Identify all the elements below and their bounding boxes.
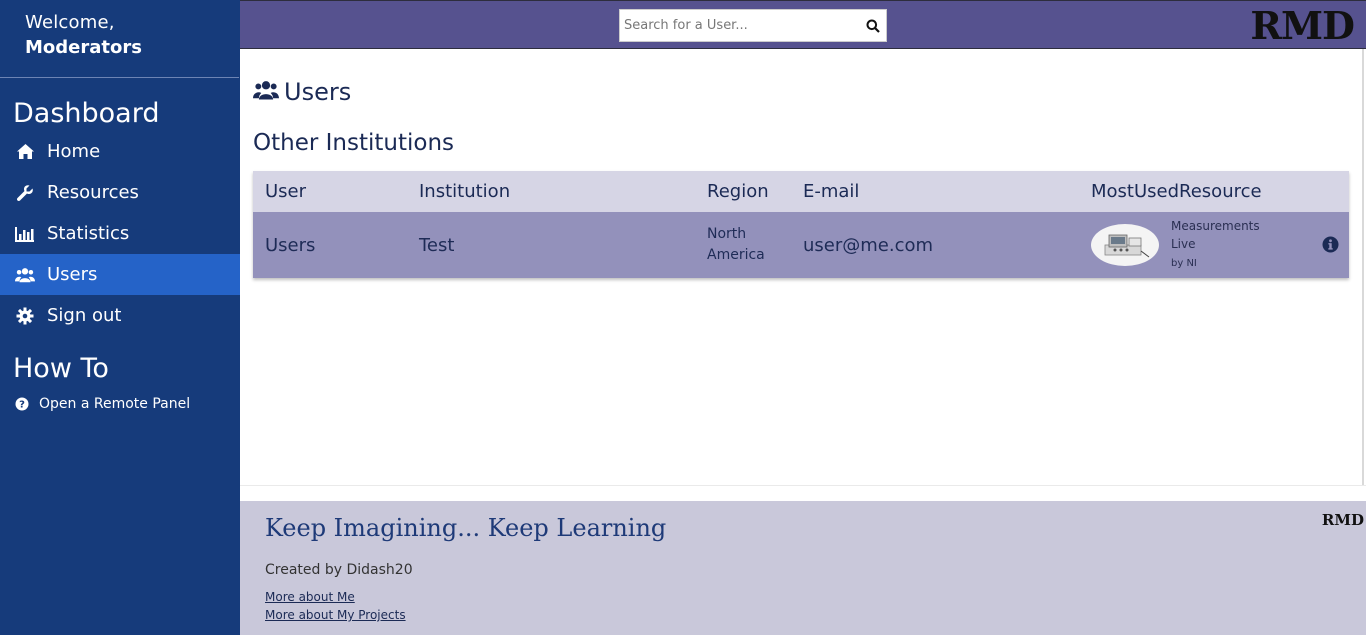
cell-most-used-resource: Measurements Live by NI [1091, 217, 1260, 273]
howto-item-label: Open a Remote Panel [39, 396, 191, 412]
instrument-image-icon [1104, 234, 1150, 258]
page-title: Users [253, 78, 351, 106]
footer-link-about-projects[interactable]: More about My Projects [265, 608, 406, 622]
sidebar-item-users[interactable]: Users [0, 254, 240, 295]
cell-region: North America [707, 224, 777, 266]
top-bar: RMD [240, 0, 1366, 49]
column-header-user: User [265, 181, 307, 202]
row-info-button[interactable] [1322, 236, 1339, 253]
question-circle-icon: ? [15, 397, 29, 411]
column-header-region: Region [707, 181, 769, 202]
sidebar: Welcome, Moderators Dashboard Home Resou… [0, 0, 240, 635]
footer-logo: RMD [1321, 511, 1364, 529]
howto-open-remote-panel[interactable]: ? Open a Remote Panel [0, 396, 240, 412]
search-button[interactable] [860, 10, 886, 41]
gear-icon [15, 306, 35, 326]
sidebar-item-sign-out[interactable]: Sign out [0, 295, 240, 336]
bar-chart-icon [15, 224, 35, 244]
home-icon [15, 142, 35, 162]
logo[interactable]: RMD [1250, 3, 1355, 48]
svg-text:?: ? [19, 400, 25, 411]
cell-email: user@me.com [803, 234, 934, 256]
resource-by: by NI [1171, 258, 1197, 269]
welcome-username: Moderators [25, 37, 142, 58]
sidebar-item-label: Resources [47, 182, 139, 203]
table-row: Users Test North America user@me.com Mea… [253, 212, 1349, 278]
users-icon [15, 265, 35, 285]
sidebar-item-statistics[interactable]: Statistics [0, 213, 240, 254]
footer-created-by: Created by Didash20 [265, 562, 413, 578]
search-icon [866, 19, 880, 33]
column-header-email: E-mail [803, 181, 860, 202]
section-title: Other Institutions [253, 130, 455, 156]
region-line: America [707, 247, 765, 263]
main-content: Users Other Institutions User Institutio… [240, 49, 1364, 485]
resource-name: Live [1171, 237, 1196, 251]
howto-heading: How To [13, 353, 109, 384]
cell-user: Users [265, 234, 316, 256]
cell-institution: Test [419, 234, 455, 256]
search-box [619, 9, 887, 42]
sidebar-item-resources[interactable]: Resources [0, 172, 240, 213]
sidebar-item-label: Sign out [47, 305, 122, 326]
resource-info: Measurements Live by NI [1171, 217, 1260, 273]
wrench-icon [15, 183, 35, 203]
sidebar-item-home[interactable]: Home [0, 131, 240, 172]
footer: Keep Imagining... Keep Learning Created … [240, 501, 1366, 635]
info-icon [1322, 236, 1339, 253]
dashboard-heading: Dashboard [13, 98, 160, 129]
sidebar-item-label: Home [47, 141, 101, 162]
column-header-institution: Institution [419, 181, 511, 202]
sidebar-nav: Home Resources Statistics Users Sign out [0, 131, 240, 336]
welcome-block: Welcome, Moderators [0, 0, 239, 78]
sidebar-item-label: Statistics [47, 223, 130, 244]
column-header-most-used-resource: MostUsedResource [1091, 181, 1262, 202]
footer-separator [240, 485, 1366, 501]
page-title-text: Users [284, 78, 352, 106]
resource-thumbnail[interactable] [1091, 224, 1159, 266]
users-icon [253, 79, 279, 105]
footer-tagline: Keep Imagining... Keep Learning [265, 514, 667, 542]
table-header: User Institution Region E-mail MostUsedR… [253, 171, 1349, 212]
footer-link-about-me[interactable]: More about Me [265, 590, 355, 604]
region-line: North [707, 226, 747, 242]
users-table: User Institution Region E-mail MostUsedR… [253, 171, 1349, 278]
welcome-text: Welcome, [25, 12, 115, 33]
resource-name: Measurements [1171, 219, 1260, 233]
search-input[interactable] [620, 10, 860, 41]
sidebar-item-label: Users [47, 264, 98, 285]
